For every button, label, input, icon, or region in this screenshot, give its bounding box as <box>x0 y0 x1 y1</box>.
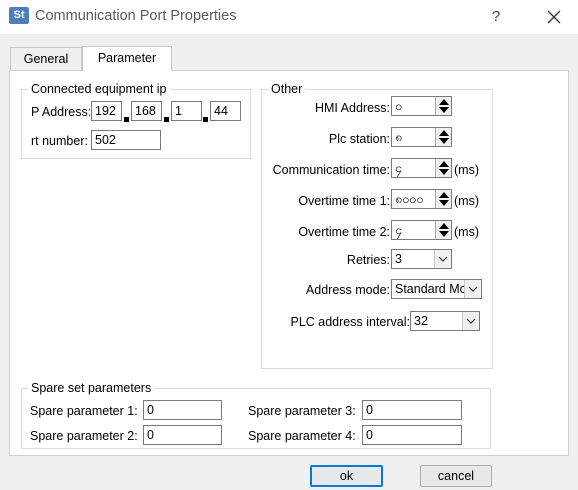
overtime-1-spinner[interactable] <box>435 190 451 208</box>
plc-address-interval-value: 32 <box>414 314 428 328</box>
help-button[interactable]: ? <box>484 5 508 29</box>
spare-parameter-3-field[interactable]: 0 <box>362 400 462 420</box>
address-mode-dropdown-button[interactable] <box>464 280 481 298</box>
hmi-address-label: HMI Address: <box>314 101 390 115</box>
retries-dropdown-button[interactable] <box>434 250 451 268</box>
ip-separator-dot <box>164 117 169 122</box>
plc-address-interval-select[interactable]: 32 <box>410 311 480 331</box>
spare-parameter-4-label: Spare parameter 4: <box>248 429 356 443</box>
plc-address-interval-label: PLC address interval: <box>290 315 410 329</box>
window-title: Communication Port Properties <box>35 8 237 24</box>
arrow-up-icon <box>439 161 449 167</box>
ok-button[interactable]: ok <box>310 465 383 487</box>
arrow-down-icon <box>439 231 449 237</box>
overtime-1-field[interactable]: ၈၀၀၀ <box>391 189 452 209</box>
overtime-1-unit: (ms) <box>454 194 479 208</box>
other-legend: Other <box>268 82 306 96</box>
app-icon: St <box>9 7 29 24</box>
overtime-1-label: Overtime time 1: <box>298 194 390 208</box>
close-icon <box>547 10 561 24</box>
arrow-down-icon <box>439 107 449 113</box>
plc-station-label: Plc station: <box>328 132 390 146</box>
chevron-down-icon <box>438 256 448 262</box>
spare-parameter-2-label: Spare parameter 2: <box>30 429 138 443</box>
address-mode-label: Address mode: <box>305 283 390 297</box>
overtime-2-spinner[interactable] <box>435 221 451 239</box>
communication-time-value: ၄ <box>395 161 403 175</box>
arrow-up-icon <box>439 223 449 229</box>
arrow-up-icon <box>439 99 449 105</box>
ip-separator-dot <box>124 117 129 122</box>
retries-label: Retries: <box>346 253 390 267</box>
arrow-up-icon <box>439 130 449 136</box>
plc-station-spinner[interactable] <box>435 128 451 146</box>
overtime-2-label: Overtime time 2: <box>298 225 390 239</box>
ip-octet-1-field[interactable]: 192 <box>91 101 122 121</box>
connected-equipment-legend: Connected equipment ip <box>28 82 170 96</box>
address-mode-value: Standard Mc <box>395 282 466 296</box>
ip-octet-2-field[interactable]: 168 <box>131 101 162 121</box>
spare-parameter-3-label: Spare parameter 3: <box>248 404 356 418</box>
port-number-field[interactable]: 502 <box>91 130 161 150</box>
overtime-2-field[interactable]: ၄ <box>391 220 452 240</box>
port-number-label: rt number: <box>31 134 88 148</box>
chevron-down-icon <box>468 286 478 292</box>
ip-address-label: P Address: <box>31 105 92 119</box>
address-mode-select[interactable]: Standard Mc <box>391 279 482 299</box>
plc-address-interval-dropdown-button[interactable] <box>462 312 479 330</box>
ip-octet-4-field[interactable]: 44 <box>210 101 241 121</box>
hmi-address-value: ၀ <box>395 99 403 113</box>
spare-parameter-1-field[interactable]: 0 <box>143 400 222 420</box>
arrow-up-icon <box>439 192 449 198</box>
spare-parameter-4-field[interactable]: 0 <box>362 425 462 445</box>
communication-time-field[interactable]: ၄ <box>391 158 452 178</box>
hmi-address-spinner[interactable] <box>435 97 451 115</box>
retries-value: 3 <box>395 252 402 266</box>
communication-time-label: Communication time: <box>272 163 390 177</box>
plc-station-value: ၈ <box>395 130 403 144</box>
communication-time-spinner[interactable] <box>435 159 451 177</box>
plc-station-field[interactable]: ၈ <box>391 127 452 147</box>
chevron-down-icon <box>466 318 476 324</box>
hmi-address-field[interactable]: ၀ <box>391 96 452 116</box>
arrow-down-icon <box>439 200 449 206</box>
tab-parameter[interactable]: Parameter <box>82 46 172 71</box>
spare-parameter-1-label: Spare parameter 1: <box>30 404 138 418</box>
overtime-2-value: ၄ <box>395 223 403 237</box>
close-button[interactable] <box>540 5 568 29</box>
retries-select[interactable]: 3 <box>391 249 452 269</box>
arrow-down-icon <box>439 138 449 144</box>
ip-octet-3-field[interactable]: 1 <box>171 101 202 121</box>
spare-parameter-2-field[interactable]: 0 <box>143 425 222 445</box>
tab-general[interactable]: General <box>10 47 82 70</box>
spare-parameters-legend: Spare set parameters <box>28 381 155 395</box>
communication-time-unit: (ms) <box>454 163 479 177</box>
overtime-2-unit: (ms) <box>454 225 479 239</box>
arrow-down-icon <box>439 169 449 175</box>
cancel-button[interactable]: cancel <box>420 465 492 487</box>
overtime-1-value: ၈၀၀၀ <box>395 192 424 206</box>
ip-separator-dot <box>203 117 208 122</box>
